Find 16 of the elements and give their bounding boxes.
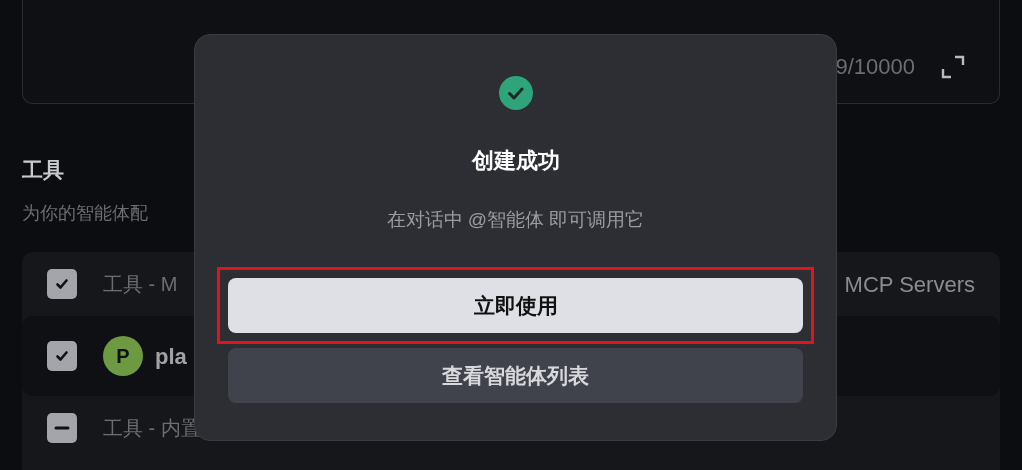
section-description: 为你的智能体配: [22, 202, 148, 225]
dialog-message: 在对话中 @智能体 即可调用它: [386, 208, 645, 232]
use-now-button[interactable]: 立即使用: [228, 278, 803, 333]
section-title: 工具: [22, 157, 64, 183]
checkbox[interactable]: [47, 269, 77, 299]
dialog-title: 创建成功: [471, 147, 560, 175]
character-counter: 9/10000: [835, 53, 915, 81]
tool-name: pla: [155, 342, 187, 371]
avatar: P: [103, 336, 143, 376]
tool-group-label: 工具 - M: [103, 272, 178, 297]
checkbox[interactable]: [47, 413, 77, 443]
view-list-button[interactable]: 查看智能体列表: [228, 348, 803, 403]
checkbox[interactable]: [47, 341, 77, 371]
success-check-icon: [498, 76, 533, 110]
tool-group-label: MCP Servers: [844, 270, 975, 299]
expand-icon[interactable]: [941, 55, 965, 79]
